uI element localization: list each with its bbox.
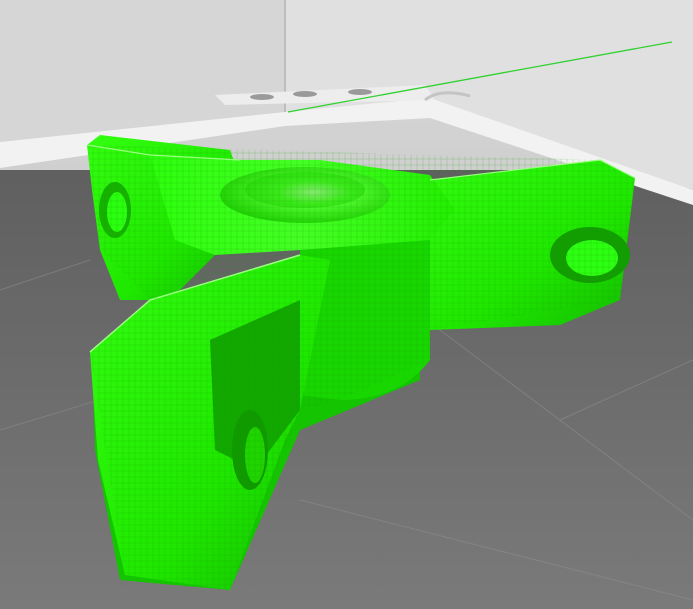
3d-viewport[interactable] — [0, 0, 693, 609]
